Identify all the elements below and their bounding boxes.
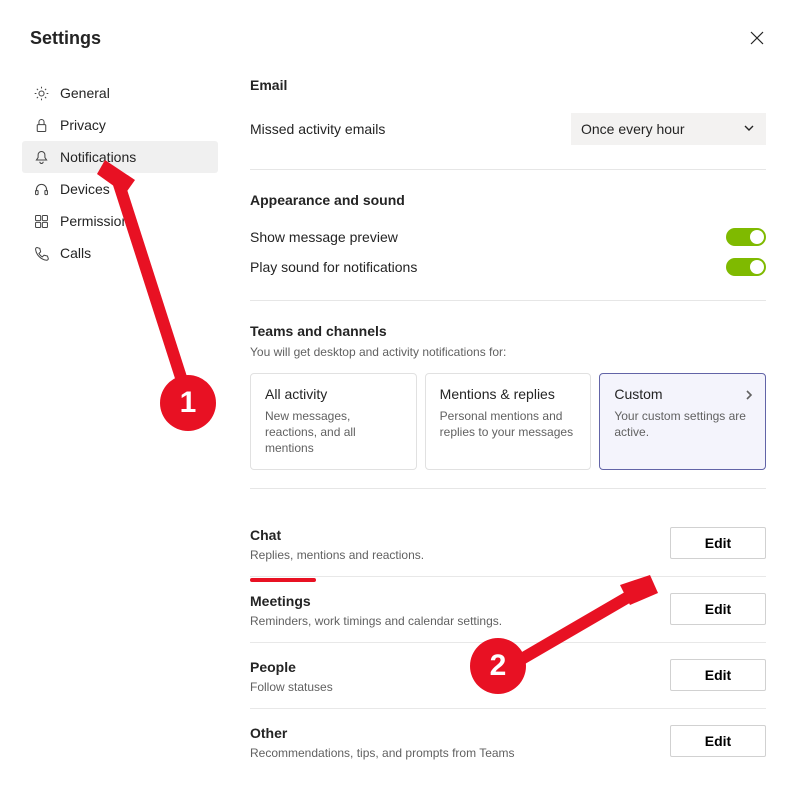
card-mentions-replies[interactable]: Mentions & replies Personal mentions and…	[425, 373, 592, 470]
missed-emails-dropdown[interactable]: Once every hour	[571, 113, 766, 145]
show-preview-label: Show message preview	[250, 229, 398, 245]
section-chat: Chat Replies, mentions and reactions. Ed…	[250, 511, 766, 577]
sidebar-item-permissions[interactable]: Permissions	[22, 205, 218, 237]
mini-title: Other	[250, 725, 515, 741]
card-title: Custom	[614, 386, 751, 402]
card-title: All activity	[265, 386, 402, 402]
apps-icon	[32, 212, 50, 230]
meetings-edit-button[interactable]: Edit	[670, 593, 766, 625]
headset-icon	[32, 180, 50, 198]
sidebar-item-label: Permissions	[60, 213, 136, 229]
people-edit-button[interactable]: Edit	[670, 659, 766, 691]
sidebar-item-privacy[interactable]: Privacy	[22, 109, 218, 141]
section-heading: Email	[250, 77, 766, 93]
card-desc: New messages, reactions, and all mention…	[265, 408, 402, 457]
chevron-down-icon	[742, 121, 756, 138]
section-subtext: You will get desktop and activity notifi…	[250, 345, 766, 359]
sidebar-item-notifications[interactable]: Notifications	[22, 141, 218, 173]
sidebar-item-label: Calls	[60, 245, 91, 261]
bell-icon	[32, 148, 50, 166]
sidebar-item-calls[interactable]: Calls	[22, 237, 218, 269]
sidebar-item-label: General	[60, 85, 110, 101]
sidebar-item-label: Devices	[60, 181, 110, 197]
section-email: Email Missed activity emails Once every …	[250, 77, 766, 170]
sidebar-item-label: Notifications	[60, 149, 136, 165]
annotation-badge-1: 1	[160, 375, 216, 431]
close-button[interactable]	[750, 31, 766, 47]
section-other: Other Recommendations, tips, and prompts…	[250, 709, 766, 774]
card-all-activity[interactable]: All activity New messages, reactions, an…	[250, 373, 417, 470]
section-teams: Teams and channels You will get desktop …	[250, 323, 766, 489]
mini-desc: Reminders, work timings and calendar set…	[250, 614, 502, 628]
sidebar-item-label: Privacy	[60, 117, 106, 133]
section-meetings: Meetings Reminders, work timings and cal…	[250, 577, 766, 643]
play-sound-toggle[interactable]	[726, 258, 766, 276]
page-title: Settings	[30, 28, 101, 49]
other-edit-button[interactable]: Edit	[670, 725, 766, 757]
mini-desc: Replies, mentions and reactions.	[250, 548, 424, 562]
phone-icon	[32, 244, 50, 262]
annotation-underline-meetings	[250, 578, 316, 582]
section-appearance: Appearance and sound Show message previe…	[250, 192, 766, 301]
chat-edit-button[interactable]: Edit	[670, 527, 766, 559]
show-preview-toggle[interactable]	[726, 228, 766, 246]
sidebar-item-general[interactable]: General	[22, 77, 218, 109]
mini-desc: Follow statuses	[250, 680, 333, 694]
chevron-right-icon	[743, 388, 755, 406]
card-desc: Personal mentions and replies to your me…	[440, 408, 577, 440]
mini-title: Chat	[250, 527, 424, 543]
lock-icon	[32, 116, 50, 134]
dropdown-value: Once every hour	[581, 121, 685, 137]
mini-title: People	[250, 659, 333, 675]
missed-emails-label: Missed activity emails	[250, 121, 385, 137]
section-heading: Teams and channels	[250, 323, 766, 339]
card-title: Mentions & replies	[440, 386, 577, 402]
annotation-badge-2: 2	[470, 638, 526, 694]
mini-desc: Recommendations, tips, and prompts from …	[250, 746, 515, 760]
section-heading: Appearance and sound	[250, 192, 766, 208]
mini-title: Meetings	[250, 593, 502, 609]
card-desc: Your custom settings are active.	[614, 408, 751, 440]
gear-icon	[32, 84, 50, 102]
play-sound-label: Play sound for notifications	[250, 259, 417, 275]
sidebar-item-devices[interactable]: Devices	[22, 173, 218, 205]
card-custom[interactable]: Custom Your custom settings are active.	[599, 373, 766, 470]
